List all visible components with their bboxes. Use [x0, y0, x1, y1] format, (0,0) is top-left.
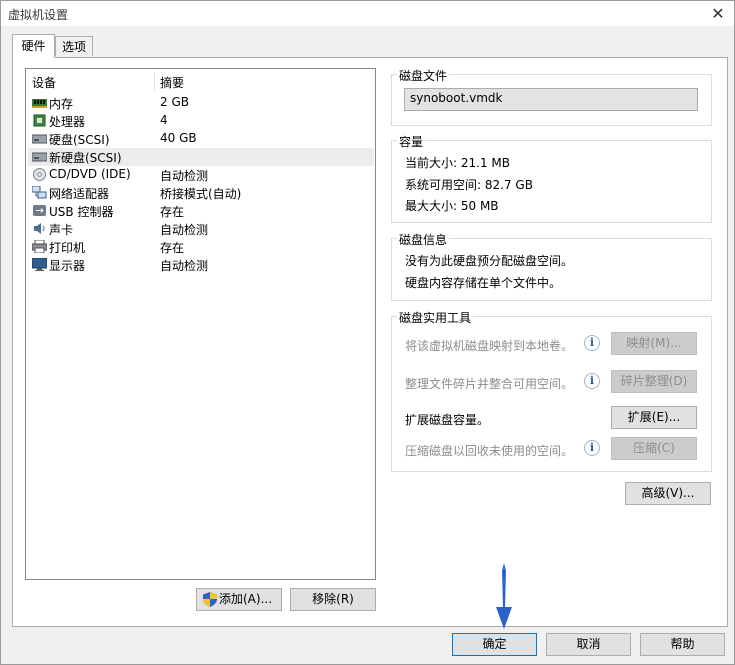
device-row-display[interactable]: 显示器 自动检测: [28, 256, 374, 274]
device-summary: 2 GB: [160, 95, 189, 109]
tab-hardware[interactable]: 硬件: [12, 34, 55, 58]
device-summary: 存在: [160, 241, 185, 255]
remove-device-button[interactable]: 移除(R): [290, 588, 376, 611]
disk-info-line-2: 硬盘内容存储在单个文件中。: [405, 276, 562, 290]
usb-icon: [33, 205, 46, 216]
disk-file-title: 磁盘文件: [397, 67, 450, 84]
memory-icon: [32, 99, 47, 108]
device-row-new-hard-disk[interactable]: 新硬盘(SCSI): [28, 148, 374, 166]
device-summary: 存在: [160, 205, 185, 219]
vm-settings-window: 虚拟机设置 ✕ 硬件 选项 设备 摘要 内存 2 GB 处理器 4 硬盘(SCS…: [0, 0, 735, 665]
map-description: 将该虚拟机磁盘映射到本地卷。: [405, 339, 574, 353]
compact-button[interactable]: 压缩(C): [611, 437, 697, 460]
map-info-icon[interactable]: i: [584, 335, 600, 351]
cd-dvd-icon: [33, 168, 46, 181]
device-summary: 40 GB: [160, 131, 197, 145]
disk-info-line-1: 没有为此硬盘预分配磁盘空间。: [405, 254, 574, 268]
device-row-network-adapter[interactable]: 网络适配器 桥接模式(自动): [28, 184, 374, 202]
cancel-button[interactable]: 取消: [546, 633, 631, 656]
device-summary: 4: [160, 113, 168, 127]
device-name: USB 控制器: [49, 205, 114, 219]
annotation-arrow-icon: [496, 563, 512, 629]
device-row-usb-controller[interactable]: USB 控制器 存在: [28, 202, 374, 220]
expand-button[interactable]: 扩展(E)...: [611, 406, 697, 429]
capacity-title: 容量: [397, 133, 426, 150]
window-title: 虚拟机设置: [8, 8, 69, 22]
add-device-label: 添加(A)...: [219, 592, 273, 606]
column-header-summary[interactable]: 摘要: [160, 74, 184, 91]
compact-info-icon[interactable]: i: [584, 440, 600, 456]
ok-button[interactable]: 确定: [452, 633, 537, 656]
column-header-device[interactable]: 设备: [32, 74, 56, 91]
defragment-info-icon[interactable]: i: [584, 373, 600, 389]
device-row-memory[interactable]: 内存 2 GB: [28, 94, 374, 112]
printer-icon: [32, 240, 47, 253]
device-summary: 桥接模式(自动): [160, 187, 242, 201]
tab-options[interactable]: 选项: [55, 36, 93, 56]
device-row-sound-card[interactable]: 声卡 自动检测: [28, 220, 374, 238]
device-name: 硬盘(SCSI): [49, 133, 110, 147]
device-summary: 自动检测: [160, 259, 209, 273]
display-icon: [32, 258, 47, 271]
device-name: 显示器: [49, 259, 86, 273]
disk-utilities-title: 磁盘实用工具: [397, 309, 474, 326]
sound-card-icon: [34, 223, 45, 234]
disk-file-path-value: synoboot.vmdk: [410, 91, 503, 105]
map-button[interactable]: 映射(M)...: [611, 332, 697, 355]
device-name: 网络适配器: [49, 187, 110, 201]
device-row-hard-disk[interactable]: 硬盘(SCSI) 40 GB: [28, 130, 374, 148]
title-bar: 虚拟机设置 ✕: [1, 1, 734, 26]
defragment-button[interactable]: 碎片整理(D): [611, 370, 697, 393]
device-list[interactable]: 设备 摘要 内存 2 GB 处理器 4 硬盘(SCSI) 40 GB 新硬盘(S…: [25, 68, 376, 580]
hard-disk-icon: [32, 152, 47, 162]
column-separator[interactable]: [154, 71, 155, 91]
advanced-button[interactable]: 高级(V)...: [625, 482, 711, 505]
device-name: 声卡: [49, 223, 74, 237]
network-adapter-icon: [32, 186, 47, 199]
system-free-space-text: 系统可用空间: 82.7 GB: [405, 178, 533, 192]
current-size-text: 当前大小: 21.1 MB: [405, 156, 510, 170]
device-name: 新硬盘(SCSI): [49, 151, 122, 165]
hard-disk-icon: [32, 134, 47, 144]
add-device-button[interactable]: 添加(A)...: [196, 588, 282, 611]
device-name: CD/DVD (IDE): [49, 167, 131, 181]
device-row-printer[interactable]: 打印机 存在: [28, 238, 374, 256]
help-button[interactable]: 帮助: [640, 633, 725, 656]
device-summary: 自动检测: [160, 223, 209, 237]
compact-description: 压缩磁盘以回收未使用的空间。: [405, 444, 574, 458]
device-row-processor[interactable]: 处理器 4: [28, 112, 374, 130]
shield-icon: [203, 592, 217, 607]
expand-description: 扩展磁盘容量。: [405, 413, 490, 427]
processor-icon: [33, 114, 46, 127]
device-name: 打印机: [49, 241, 86, 255]
max-size-text: 最大大小: 50 MB: [405, 199, 499, 213]
device-name: 内存: [49, 97, 74, 111]
device-name: 处理器: [49, 115, 86, 129]
close-icon[interactable]: ✕: [705, 3, 731, 25]
disk-file-path-field[interactable]: synoboot.vmdk: [404, 88, 698, 111]
disk-info-title: 磁盘信息: [397, 231, 450, 248]
device-row-cd-dvd[interactable]: CD/DVD (IDE) 自动检测: [28, 166, 374, 184]
defragment-description: 整理文件碎片并整合可用空间。: [405, 377, 574, 391]
device-summary: 自动检测: [160, 169, 209, 183]
